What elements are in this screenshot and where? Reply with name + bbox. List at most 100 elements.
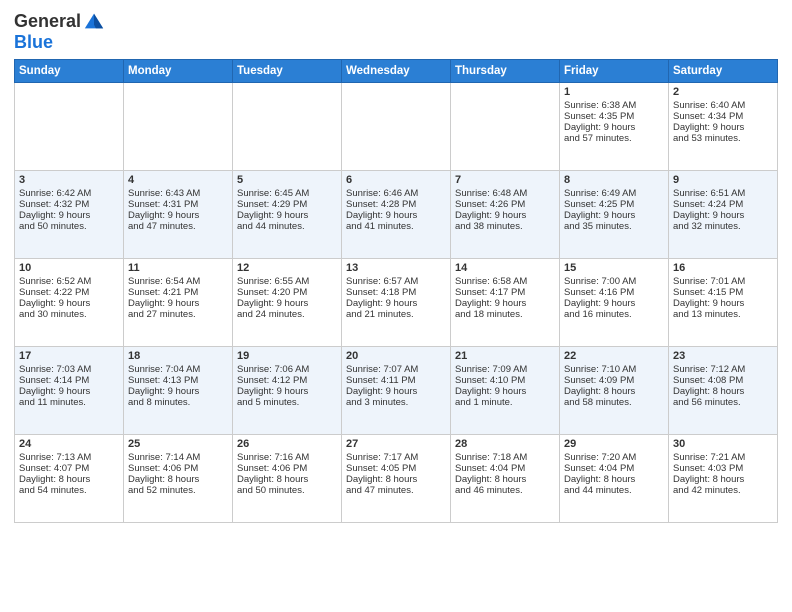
calendar-cell: 26Sunrise: 7:16 AMSunset: 4:06 PMDayligh… [233,435,342,523]
cell-content-line: Sunrise: 7:04 AM [128,364,228,375]
cell-content-line: Sunrise: 7:09 AM [455,364,555,375]
day-number: 8 [564,174,664,186]
cell-content-line: Sunset: 4:06 PM [128,463,228,474]
day-number: 2 [673,86,773,98]
cell-content-line: and 1 minute. [455,397,555,408]
cell-content-line: Sunset: 4:15 PM [673,287,773,298]
calendar-week-row: 17Sunrise: 7:03 AMSunset: 4:14 PMDayligh… [15,347,778,435]
cell-content-line: Sunrise: 7:12 AM [673,364,773,375]
calendar-week-row: 1Sunrise: 6:38 AMSunset: 4:35 PMDaylight… [15,83,778,171]
cell-content-line: Sunrise: 7:00 AM [564,276,664,287]
day-number: 1 [564,86,664,98]
cell-content-line: Daylight: 9 hours [19,210,119,221]
day-number: 16 [673,262,773,274]
calendar-cell: 30Sunrise: 7:21 AMSunset: 4:03 PMDayligh… [669,435,778,523]
cell-content-line: Sunrise: 7:10 AM [564,364,664,375]
cell-content-line: and 50 minutes. [19,221,119,232]
cell-content-line: Sunrise: 7:01 AM [673,276,773,287]
weekday-header-row: SundayMondayTuesdayWednesdayThursdayFrid… [15,60,778,83]
logo-icon [83,10,105,32]
cell-content-line: Daylight: 9 hours [455,210,555,221]
cell-content-line: Sunset: 4:18 PM [346,287,446,298]
cell-content-line: Daylight: 9 hours [564,298,664,309]
day-number: 28 [455,438,555,450]
cell-content-line: and 16 minutes. [564,309,664,320]
calendar-body: 1Sunrise: 6:38 AMSunset: 4:35 PMDaylight… [15,83,778,523]
logo-blue: Blue [14,32,105,53]
weekday-header: Wednesday [342,60,451,83]
day-number: 6 [346,174,446,186]
calendar-cell: 17Sunrise: 7:03 AMSunset: 4:14 PMDayligh… [15,347,124,435]
cell-content-line: Sunset: 4:03 PM [673,463,773,474]
cell-content-line: Sunrise: 7:16 AM [237,452,337,463]
calendar-cell: 10Sunrise: 6:52 AMSunset: 4:22 PMDayligh… [15,259,124,347]
day-number: 29 [564,438,664,450]
calendar-cell: 15Sunrise: 7:00 AMSunset: 4:16 PMDayligh… [560,259,669,347]
cell-content-line: and 46 minutes. [455,485,555,496]
calendar-cell [124,83,233,171]
calendar-cell [233,83,342,171]
cell-content-line: Sunrise: 7:17 AM [346,452,446,463]
cell-content-line: Daylight: 9 hours [237,210,337,221]
day-number: 25 [128,438,228,450]
cell-content-line: Sunset: 4:06 PM [237,463,337,474]
weekday-header: Saturday [669,60,778,83]
cell-content-line: Sunset: 4:16 PM [564,287,664,298]
cell-content-line: and 21 minutes. [346,309,446,320]
cell-content-line: and 24 minutes. [237,309,337,320]
cell-content-line: Sunrise: 6:45 AM [237,188,337,199]
day-number: 21 [455,350,555,362]
cell-content-line: Daylight: 9 hours [128,386,228,397]
cell-content-line: and 41 minutes. [346,221,446,232]
cell-content-line: Daylight: 8 hours [564,386,664,397]
cell-content-line: Sunrise: 6:52 AM [19,276,119,287]
cell-content-line: Sunset: 4:10 PM [455,375,555,386]
calendar-cell: 24Sunrise: 7:13 AMSunset: 4:07 PMDayligh… [15,435,124,523]
cell-content-line: Daylight: 9 hours [673,122,773,133]
calendar-cell [451,83,560,171]
cell-content-line: Sunset: 4:25 PM [564,199,664,210]
cell-content-line: Sunset: 4:08 PM [673,375,773,386]
calendar-cell: 12Sunrise: 6:55 AMSunset: 4:20 PMDayligh… [233,259,342,347]
calendar-cell: 23Sunrise: 7:12 AMSunset: 4:08 PMDayligh… [669,347,778,435]
cell-content-line: and 13 minutes. [673,309,773,320]
cell-content-line: Sunrise: 7:07 AM [346,364,446,375]
calendar-cell: 20Sunrise: 7:07 AMSunset: 4:11 PMDayligh… [342,347,451,435]
cell-content-line: Daylight: 9 hours [346,210,446,221]
calendar-cell: 11Sunrise: 6:54 AMSunset: 4:21 PMDayligh… [124,259,233,347]
cell-content-line: and 35 minutes. [564,221,664,232]
weekday-header: Monday [124,60,233,83]
cell-content-line: Sunset: 4:32 PM [19,199,119,210]
cell-content-line: Sunrise: 7:03 AM [19,364,119,375]
calendar-cell: 28Sunrise: 7:18 AMSunset: 4:04 PMDayligh… [451,435,560,523]
cell-content-line: Sunset: 4:24 PM [673,199,773,210]
day-number: 27 [346,438,446,450]
cell-content-line: Sunrise: 6:55 AM [237,276,337,287]
calendar-cell: 9Sunrise: 6:51 AMSunset: 4:24 PMDaylight… [669,171,778,259]
calendar-week-row: 24Sunrise: 7:13 AMSunset: 4:07 PMDayligh… [15,435,778,523]
calendar-week-row: 10Sunrise: 6:52 AMSunset: 4:22 PMDayligh… [15,259,778,347]
cell-content-line: Daylight: 9 hours [673,210,773,221]
calendar-cell: 22Sunrise: 7:10 AMSunset: 4:09 PMDayligh… [560,347,669,435]
cell-content-line: Sunrise: 6:51 AM [673,188,773,199]
cell-content-line: Sunset: 4:28 PM [346,199,446,210]
calendar-cell: 5Sunrise: 6:45 AMSunset: 4:29 PMDaylight… [233,171,342,259]
calendar-week-row: 3Sunrise: 6:42 AMSunset: 4:32 PMDaylight… [15,171,778,259]
calendar-cell: 2Sunrise: 6:40 AMSunset: 4:34 PMDaylight… [669,83,778,171]
calendar-cell: 4Sunrise: 6:43 AMSunset: 4:31 PMDaylight… [124,171,233,259]
calendar-cell: 3Sunrise: 6:42 AMSunset: 4:32 PMDaylight… [15,171,124,259]
cell-content-line: Sunset: 4:31 PM [128,199,228,210]
logo-general: General [14,11,81,32]
calendar-cell: 6Sunrise: 6:46 AMSunset: 4:28 PMDaylight… [342,171,451,259]
cell-content-line: Sunrise: 7:18 AM [455,452,555,463]
calendar-cell: 25Sunrise: 7:14 AMSunset: 4:06 PMDayligh… [124,435,233,523]
cell-content-line: and 56 minutes. [673,397,773,408]
cell-content-line: Sunrise: 6:58 AM [455,276,555,287]
cell-content-line: and 32 minutes. [673,221,773,232]
day-number: 5 [237,174,337,186]
cell-content-line: and 42 minutes. [673,485,773,496]
weekday-header: Sunday [15,60,124,83]
cell-content-line: Daylight: 9 hours [346,298,446,309]
page: General Blue SundayMondayTuesdayWednesda… [0,0,792,533]
calendar-cell: 13Sunrise: 6:57 AMSunset: 4:18 PMDayligh… [342,259,451,347]
